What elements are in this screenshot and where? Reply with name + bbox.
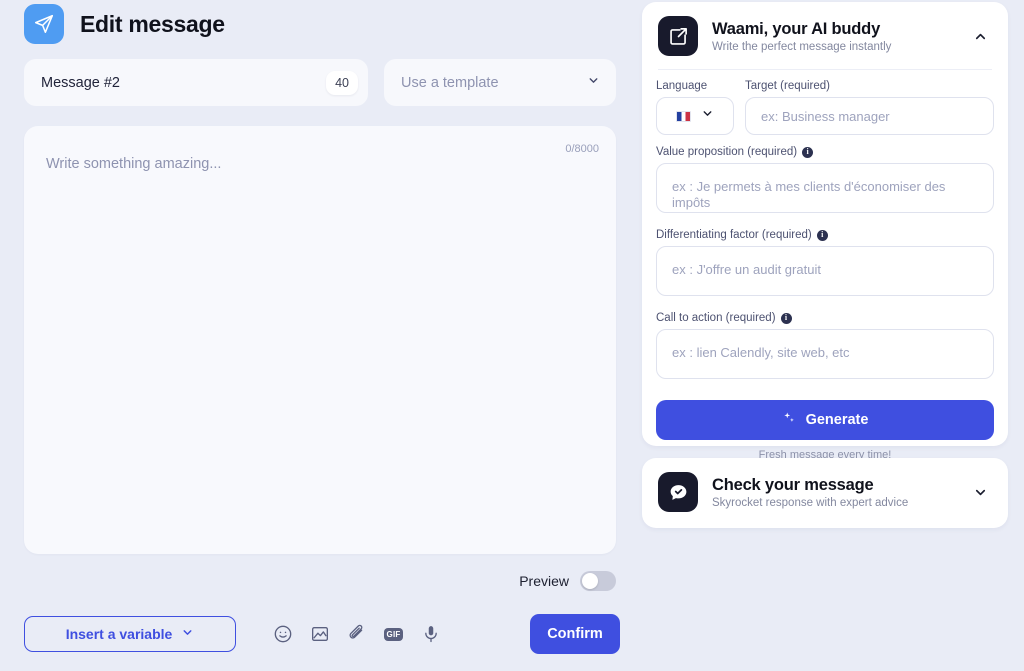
french-flag-icon: [676, 110, 691, 122]
check-message-title: Check your message: [712, 475, 874, 494]
differentiating-factor-label-text: Differentiating factor (required): [656, 229, 812, 241]
language-select[interactable]: [656, 97, 734, 135]
edit-square-icon: [658, 16, 698, 56]
confirm-button[interactable]: Confirm: [530, 614, 620, 654]
value-proposition-block: Value proposition (required) i: [656, 146, 994, 218]
composer-toolbar: Insert a variable GIF: [24, 616, 441, 652]
attachment-icon[interactable]: [346, 624, 367, 645]
language-block: Language: [656, 80, 734, 135]
message-name-value: Message #2: [41, 74, 120, 91]
info-icon[interactable]: i: [780, 312, 792, 324]
send-plane-icon: [24, 4, 64, 44]
waami-title: Waami, your AI buddy: [712, 19, 881, 38]
call-to-action-input[interactable]: [656, 329, 994, 379]
editor-char-counter: 0/8000: [565, 143, 599, 155]
check-message-header[interactable]: Check your message Skyrocket response wi…: [642, 458, 1008, 512]
target-input[interactable]: [745, 97, 994, 135]
preview-label: Preview: [519, 573, 569, 589]
editor-placeholder: Write something amazing...: [46, 156, 222, 172]
template-select-placeholder: Use a template: [401, 74, 499, 91]
ai-assistant-pane: Waami, your AI buddy Write the perfect m…: [640, 0, 1024, 671]
target-label: Target (required): [745, 80, 831, 92]
microphone-icon[interactable]: [420, 624, 441, 645]
waami-card-titles: Waami, your AI buddy Write the perfect m…: [712, 20, 954, 53]
check-message-subtitle: Skyrocket response with expert advice: [712, 496, 909, 509]
chevron-down-icon[interactable]: [968, 480, 992, 504]
emoji-icon[interactable]: [272, 624, 293, 645]
info-icon[interactable]: i: [802, 146, 814, 158]
image-icon[interactable]: [309, 624, 330, 645]
waami-subtitle: Write the perfect message instantly: [712, 40, 892, 53]
chat-check-icon: [658, 472, 698, 512]
info-icon[interactable]: i: [816, 229, 828, 241]
value-proposition-label-text: Value proposition (required): [656, 146, 798, 158]
value-proposition-label: Value proposition (required) i: [656, 146, 994, 158]
message-meta-row: Message #2 40 Use a template: [24, 59, 616, 106]
language-target-row: Language Target (required): [656, 80, 994, 135]
differentiating-factor-block: Differentiating factor (required) i: [656, 229, 994, 301]
generate-button-label: Generate: [805, 412, 869, 428]
waami-card: Waami, your AI buddy Write the perfect m…: [642, 2, 1008, 461]
message-textarea[interactable]: 0/8000 Write something amazing...: [24, 126, 616, 554]
preview-toggle-row: Preview: [519, 571, 616, 591]
message-name-field[interactable]: Message #2 40: [24, 59, 368, 106]
message-editor-pane: Edit message Message #2 40 Use a templat…: [0, 0, 640, 671]
gif-icon[interactable]: GIF: [383, 624, 404, 645]
check-message-titles: Check your message Skyrocket response wi…: [712, 476, 954, 509]
preview-toggle-knob: [582, 573, 598, 589]
waami-form: Language Target (required) ex: Business …: [642, 70, 1008, 461]
call-to-action-label-text: Call to action (required): [656, 312, 776, 324]
page-title: Edit message: [80, 10, 225, 37]
check-message-card[interactable]: Check your message Skyrocket response wi…: [642, 458, 1008, 528]
call-to-action-block: Call to action (required) i: [656, 312, 994, 384]
sparkles-icon: [782, 411, 796, 429]
call-to-action-label: Call to action (required) i: [656, 312, 994, 324]
gif-badge-label: GIF: [383, 627, 404, 641]
chevron-down-icon: [587, 74, 600, 92]
waami-card-header[interactable]: Waami, your AI buddy Write the perfect m…: [642, 2, 1008, 56]
template-select[interactable]: Use a template: [384, 59, 616, 106]
language-label: Language: [656, 80, 708, 92]
insert-variable-button[interactable]: Insert a variable: [24, 616, 236, 652]
edit-message-screen: Edit message Message #2 40 Use a templat…: [0, 0, 1024, 671]
value-proposition-input[interactable]: [656, 163, 994, 213]
app-header: Edit message: [24, 4, 225, 44]
differentiating-factor-input[interactable]: [656, 246, 994, 296]
chevron-up-icon[interactable]: [968, 24, 992, 48]
target-block: Target (required): [745, 80, 994, 135]
chevron-down-icon: [181, 626, 194, 642]
preview-toggle[interactable]: [580, 571, 616, 591]
chevron-down-icon: [701, 107, 714, 125]
insert-variable-label: Insert a variable: [65, 626, 173, 642]
message-name-char-count: 40: [326, 70, 358, 95]
generate-button[interactable]: Generate: [656, 400, 994, 440]
differentiating-factor-label: Differentiating factor (required) i: [656, 229, 994, 241]
attachment-tools: GIF: [272, 624, 441, 645]
